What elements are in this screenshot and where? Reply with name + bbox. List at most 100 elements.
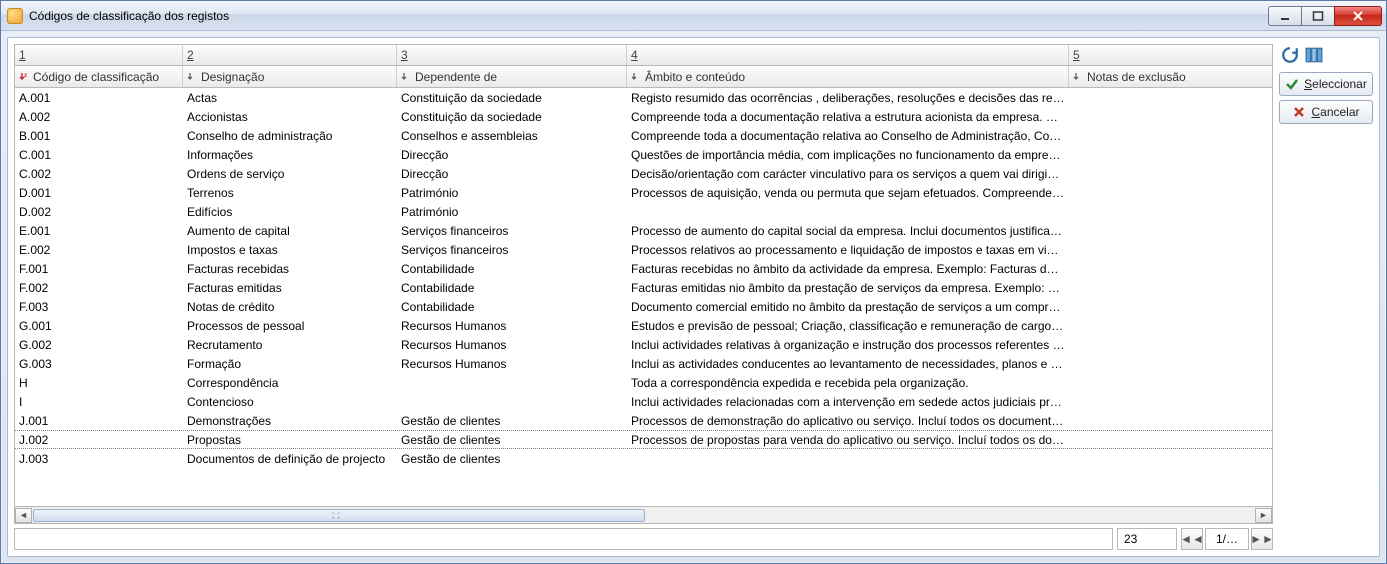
status-message [14,528,1113,550]
table-row[interactable]: G.003FormaçãoRecursos HumanosInclui as a… [15,354,1272,373]
table-row[interactable]: A.002AccionistasConstituição da sociedad… [15,107,1272,126]
sort-icon [187,72,197,82]
columns-icon[interactable] [1305,46,1323,64]
column-header-notas[interactable]: Notas de exclusão [1069,66,1272,87]
cell-desig: Conselho de administração [183,129,397,143]
table-row[interactable]: F.001Facturas recebidasContabilidadeFact… [15,259,1272,278]
table-row[interactable]: J.003Documentos de definição de projecto… [15,449,1272,468]
cell-code: J.003 [15,452,183,466]
cell-desig: Notas de crédito [183,300,397,314]
cell-desig: Actas [183,91,397,105]
refresh-icon[interactable] [1281,46,1299,64]
pager-page-display[interactable]: 1/… [1205,528,1249,550]
pager-next-button[interactable]: ►► [1251,528,1273,550]
scroll-left-button[interactable]: ◄ [15,508,32,523]
cell-desig: Terrenos [183,186,397,200]
scroll-right-button[interactable]: ► [1255,508,1272,523]
grid-area: 1 2 3 4 5 z Código de classificação [14,44,1273,550]
maximize-button[interactable] [1301,6,1335,26]
cell-dep: Contabilidade [397,262,627,276]
cell-amb: Facturas emitidas nio âmbito da prestaçã… [627,281,1069,295]
column-header-desig-label: Designação [201,70,264,84]
column-header-dep[interactable]: Dependente de [397,66,627,87]
cell-code: F.003 [15,300,183,314]
status-row: 23 ◄◄ 1/… ►► [14,528,1273,550]
cell-code: J.002 [15,433,183,447]
cell-amb: Processos relativos ao processamento e l… [627,243,1069,257]
table-row[interactable]: IContenciosoInclui actividades relaciona… [15,392,1272,411]
column-header-notas-label: Notas de exclusão [1087,70,1186,84]
cell-amb: Compreende toda a documentação relativa … [627,110,1069,124]
cell-amb: Estudos e previsão de pessoal; Criação, … [627,319,1069,333]
table-row[interactable]: F.003Notas de créditoContabilidadeDocume… [15,297,1272,316]
pager: ◄◄ 1/… ►► [1181,528,1273,550]
cell-desig: Edifícios [183,205,397,219]
filter-input-5[interactable]: 5 [1069,45,1272,65]
scroll-track[interactable]: ：： [32,508,1255,523]
cell-amb: Processo de aumento do capital social da… [627,224,1069,238]
cell-amb: Toda a correspondência expedida e recebi… [627,376,1069,390]
table-row[interactable]: J.001DemonstraçõesGestão de clientesProc… [15,411,1272,430]
cell-amb: Decisão/orientação com carácter vinculat… [627,167,1069,181]
filter-input-1[interactable]: 1 [15,45,183,65]
table-row[interactable]: E.002Impostos e taxasServiços financeiro… [15,240,1272,259]
titlebar[interactable]: Códigos de classificação dos registos [1,1,1386,31]
horizontal-scrollbar[interactable]: ◄ ：： ► [14,507,1273,524]
cell-dep: Gestão de clientes [397,414,627,428]
filter-row: 1 2 3 4 5 [14,44,1273,66]
cell-desig: Formação [183,357,397,371]
table-row[interactable]: J.002PropostasGestão de clientesProcesso… [15,430,1272,449]
cell-dep: Direcção [397,167,627,181]
table-row[interactable]: G.002RecrutamentoRecursos HumanosInclui … [15,335,1272,354]
cancel-button[interactable]: Cancelar [1279,100,1373,124]
cell-code: E.001 [15,224,183,238]
cell-dep: Serviços financeiros [397,243,627,257]
cell-dep: Serviços financeiros [397,224,627,238]
table-row[interactable]: HCorrespondênciaToda a correspondência e… [15,373,1272,392]
cell-amb: Documento comercial emitido no âmbito da… [627,300,1069,314]
close-button[interactable] [1334,6,1382,26]
cell-dep: Constituição da sociedade [397,110,627,124]
cell-desig: Propostas [183,433,397,447]
column-header-desig[interactable]: Designação [183,66,397,87]
table-row[interactable]: C.001InformaçõesDirecçãoQuestões de impo… [15,145,1272,164]
cell-dep: Recursos Humanos [397,357,627,371]
cell-amb: Facturas recebidas no âmbito da activida… [627,262,1069,276]
cell-dep: Gestão de clientes [397,452,627,466]
table-row[interactable]: E.001Aumento de capitalServiços financei… [15,221,1272,240]
cell-dep: Contabilidade [397,281,627,295]
sort-icon: z [19,72,29,82]
cell-code: J.001 [15,414,183,428]
cell-dep: Gestão de clientes [397,433,627,447]
column-header-code[interactable]: z Código de classificação [15,66,183,87]
cell-desig: Informações [183,148,397,162]
filter-input-3[interactable]: 3 [397,45,627,65]
cell-desig: Demonstrações [183,414,397,428]
pager-first-button[interactable]: ◄◄ [1181,528,1203,550]
cell-dep: Constituição da sociedade [397,91,627,105]
cell-code: A.001 [15,91,183,105]
select-button[interactable]: Seleccionar [1279,72,1373,96]
table-row[interactable]: A.001ActasConstituição da sociedadeRegis… [15,88,1272,107]
table-row[interactable]: D.002EdifíciosPatrimónio [15,202,1272,221]
check-icon [1285,77,1299,91]
cell-desig: Recrutamento [183,338,397,352]
table-row[interactable]: C.002Ordens de serviçoDirecçãoDecisão/or… [15,164,1272,183]
cell-amb: Inclui as actividades conducentes ao lev… [627,357,1069,371]
column-header-dep-label: Dependente de [415,70,497,84]
table-row[interactable]: D.001TerrenosPatrimónioProcessos de aqui… [15,183,1272,202]
cell-dep: Recursos Humanos [397,319,627,333]
cell-amb: Compreende toda a documentação relativa … [627,129,1069,143]
grid-body[interactable]: A.001ActasConstituição da sociedadeRegis… [14,88,1273,507]
cell-dep: Património [397,186,627,200]
table-row[interactable]: F.002Facturas emitidasContabilidadeFactu… [15,278,1272,297]
column-header-code-label: Código de classificação [33,70,159,84]
column-header-amb[interactable]: Âmbito e conteúdo [627,66,1069,87]
filter-input-4[interactable]: 4 [627,45,1069,65]
minimize-button[interactable] [1268,6,1302,26]
filter-input-2[interactable]: 2 [183,45,397,65]
scroll-thumb[interactable]: ：： [33,509,645,522]
table-row[interactable]: G.001Processos de pessoalRecursos Humano… [15,316,1272,335]
table-row[interactable]: B.001Conselho de administraçãoConselhos … [15,126,1272,145]
cell-desig: Ordens de serviço [183,167,397,181]
